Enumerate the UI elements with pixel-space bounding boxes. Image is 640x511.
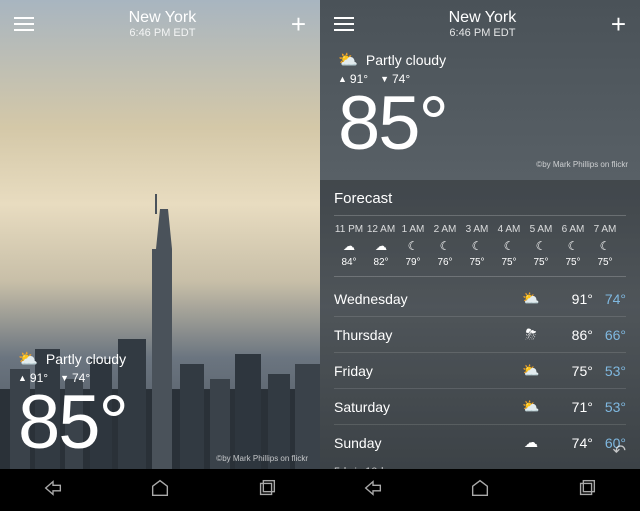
current-weather: ⛅ Partly cloudy ▲91° ▼74° 85° bbox=[18, 349, 127, 461]
day-icon: ☁ bbox=[516, 434, 546, 451]
add-location-button[interactable]: + bbox=[291, 11, 306, 37]
hour-time: 3 AM bbox=[462, 224, 492, 235]
hour-temp: 79° bbox=[398, 257, 428, 268]
hour-temp: 84° bbox=[334, 257, 364, 268]
current-temp: 85° bbox=[18, 385, 127, 461]
hour-item[interactable]: 7 AM ☾ 75° bbox=[590, 224, 620, 268]
hour-item[interactable]: 11 PM ☁ 84° bbox=[334, 224, 364, 268]
forecast-panel[interactable]: Forecast 11 PM☁84°12 AM☁82°1 AM☾79°2 AM☾… bbox=[320, 180, 640, 469]
home-button[interactable] bbox=[149, 477, 171, 504]
android-navbar bbox=[0, 469, 320, 511]
back-button[interactable] bbox=[42, 477, 64, 504]
hourly-forecast[interactable]: 11 PM☁84°12 AM☁82°1 AM☾79°2 AM☾76°3 AM☾7… bbox=[334, 215, 626, 277]
hour-icon: ☁ bbox=[334, 239, 364, 253]
day-icon: ⛈ bbox=[516, 326, 546, 343]
daily-forecast: Wednesday⛅91°74°Thursday⛈86°66°Friday⛅75… bbox=[334, 281, 626, 460]
hour-icon: ☾ bbox=[398, 239, 428, 253]
hour-item[interactable]: 5 AM ☾ 75° bbox=[526, 224, 556, 268]
day-high: 71° bbox=[572, 399, 593, 415]
topbar: New York 6:46 PM EDT + bbox=[320, 0, 640, 48]
day-name: Saturday bbox=[334, 399, 516, 415]
day-row[interactable]: Saturday⛅ 71° 53° bbox=[334, 389, 626, 425]
hour-time: 8 A bbox=[622, 224, 626, 235]
location-block[interactable]: New York 6:46 PM EDT bbox=[129, 9, 197, 39]
hour-temp: 76° bbox=[430, 257, 460, 268]
hour-temp: 75° bbox=[590, 257, 620, 268]
day-row[interactable]: Sunday☁74°60° bbox=[334, 425, 626, 460]
forecast-title: Forecast bbox=[334, 190, 626, 207]
day-low: 74° bbox=[605, 291, 626, 307]
screen-left: New York 6:46 PM EDT + ⛅ Partly cloudy ▲… bbox=[0, 0, 320, 511]
condition-text: Partly cloudy bbox=[46, 351, 126, 367]
hour-icon: ☾ bbox=[526, 239, 556, 253]
day-high: 75° bbox=[572, 363, 593, 379]
day-low: 66° bbox=[605, 327, 626, 343]
partly-cloudy-icon: ⛅ bbox=[338, 50, 358, 70]
hour-temp: 75° bbox=[494, 257, 524, 268]
hour-temp: 75° bbox=[462, 257, 492, 268]
hour-temp: 82° bbox=[366, 257, 396, 268]
menu-icon[interactable] bbox=[14, 17, 34, 31]
hour-icon: ☾ bbox=[494, 239, 524, 253]
hour-item[interactable]: 12 AM ☁ 82° bbox=[366, 224, 396, 268]
location-block[interactable]: New York 6:46 PM EDT bbox=[449, 9, 517, 39]
hour-item[interactable]: 4 AM ☾ 75° bbox=[494, 224, 524, 268]
menu-icon[interactable] bbox=[334, 17, 354, 31]
hour-time: 5 AM bbox=[526, 224, 556, 235]
hour-icon: ☾ bbox=[590, 239, 620, 253]
day-high: 74° bbox=[572, 435, 593, 451]
partly-cloudy-icon: ⛅ bbox=[18, 349, 38, 369]
day-name: Friday bbox=[334, 363, 516, 379]
hour-temp: 75° bbox=[526, 257, 556, 268]
day-icon: ⛅ bbox=[516, 362, 546, 379]
hour-time: 11 PM bbox=[334, 224, 364, 235]
undo-icon[interactable]: ↶ bbox=[613, 441, 626, 461]
recent-apps-button[interactable] bbox=[576, 477, 598, 504]
location-time: 6:46 PM EDT bbox=[129, 27, 197, 39]
hour-time: 6 AM bbox=[558, 224, 588, 235]
day-low: 53° bbox=[605, 399, 626, 415]
day-row[interactable]: Wednesday⛅ 91° 74° bbox=[334, 281, 626, 317]
back-button[interactable] bbox=[362, 477, 384, 504]
screen-right: New York 6:46 PM EDT + ⛅ Partly cloudy ▲… bbox=[320, 0, 640, 511]
hour-time: 4 AM bbox=[494, 224, 524, 235]
hour-icon: ☾ bbox=[558, 239, 588, 253]
photo-credit: ©by Mark Phillips on flickr bbox=[536, 160, 628, 169]
hour-time: 12 AM bbox=[366, 224, 396, 235]
recent-apps-button[interactable] bbox=[256, 477, 278, 504]
hour-icon: ☾ bbox=[430, 239, 460, 253]
hour-item[interactable]: 2 AM ☾ 76° bbox=[430, 224, 460, 268]
hour-icon: ☁ bbox=[366, 239, 396, 253]
location-name: New York bbox=[449, 9, 517, 27]
android-navbar bbox=[320, 469, 640, 511]
hour-time: 7 AM bbox=[590, 224, 620, 235]
hour-item[interactable]: 1 AM ☾ 79° bbox=[398, 224, 428, 268]
hour-item[interactable]: 6 AM ☾ 75° bbox=[558, 224, 588, 268]
day-name: Wednesday bbox=[334, 291, 516, 307]
hour-time: 2 AM bbox=[430, 224, 460, 235]
day-icon: ⛅ bbox=[516, 398, 546, 415]
day-high: 91° bbox=[572, 291, 593, 307]
current-temp: 85° bbox=[338, 86, 622, 162]
hour-item[interactable]: 3 AM ☾ 75° bbox=[462, 224, 492, 268]
condition-text: Partly cloudy bbox=[366, 52, 446, 68]
home-button[interactable] bbox=[469, 477, 491, 504]
day-name: Sunday bbox=[334, 435, 516, 451]
add-location-button[interactable]: + bbox=[611, 11, 626, 37]
hour-item[interactable]: 8 A bbox=[622, 224, 626, 268]
photo-credit: ©by Mark Phillips on flickr bbox=[216, 454, 308, 463]
location-name: New York bbox=[129, 9, 197, 27]
day-row[interactable]: Friday⛅ 75° 53° bbox=[334, 353, 626, 389]
location-time: 6:46 PM EDT bbox=[449, 27, 517, 39]
current-weather: ⛅ Partly cloudy ▲91° ▼74° 85° bbox=[338, 50, 622, 162]
day-low: 53° bbox=[605, 363, 626, 379]
day-high: 86° bbox=[572, 327, 593, 343]
day-row[interactable]: Thursday⛈ 86° 66° bbox=[334, 317, 626, 353]
hour-time: 1 AM bbox=[398, 224, 428, 235]
hour-temp: 75° bbox=[558, 257, 588, 268]
day-name: Thursday bbox=[334, 327, 516, 343]
topbar: New York 6:46 PM EDT + bbox=[0, 0, 320, 48]
hour-icon: ☾ bbox=[462, 239, 492, 253]
day-icon: ⛅ bbox=[516, 290, 546, 307]
